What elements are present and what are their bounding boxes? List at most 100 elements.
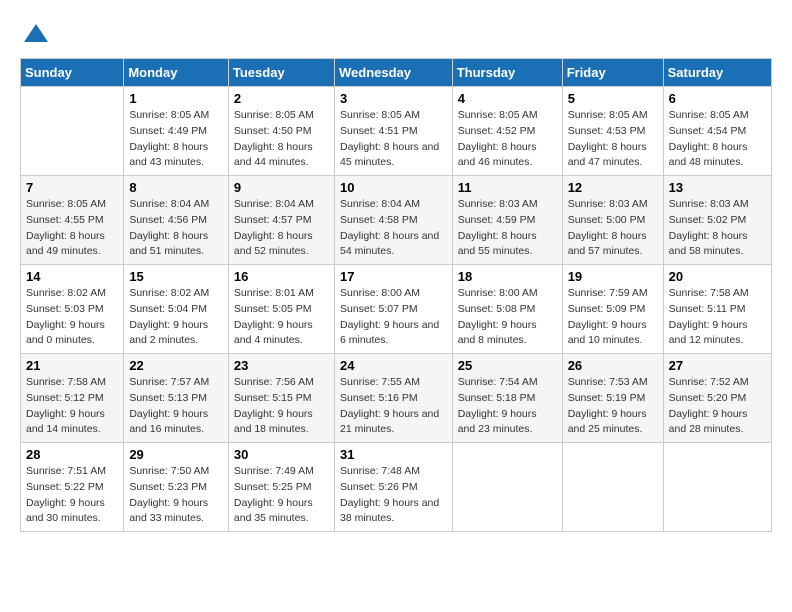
day-info: Sunrise: 8:02 AMSunset: 5:04 PMDaylight:… — [129, 286, 223, 349]
calendar-table: SundayMondayTuesdayWednesdayThursdayFrid… — [20, 58, 772, 532]
day-info: Sunrise: 7:58 AMSunset: 5:11 PMDaylight:… — [669, 286, 766, 349]
day-info: Sunrise: 7:52 AMSunset: 5:20 PMDaylight:… — [669, 375, 766, 438]
day-cell: 4 Sunrise: 8:05 AMSunset: 4:52 PMDayligh… — [452, 87, 562, 176]
day-info: Sunrise: 8:04 AMSunset: 4:57 PMDaylight:… — [234, 197, 329, 260]
day-info: Sunrise: 7:48 AMSunset: 5:26 PMDaylight:… — [340, 464, 447, 527]
column-header-thursday: Thursday — [452, 59, 562, 87]
day-number: 18 — [458, 269, 557, 284]
day-number: 22 — [129, 358, 223, 373]
day-cell: 31 Sunrise: 7:48 AMSunset: 5:26 PMDaylig… — [334, 443, 452, 532]
day-info: Sunrise: 7:57 AMSunset: 5:13 PMDaylight:… — [129, 375, 223, 438]
day-number: 30 — [234, 447, 329, 462]
day-cell: 11 Sunrise: 8:03 AMSunset: 4:59 PMDaylig… — [452, 176, 562, 265]
day-number: 13 — [669, 180, 766, 195]
day-info: Sunrise: 8:01 AMSunset: 5:05 PMDaylight:… — [234, 286, 329, 349]
day-cell: 16 Sunrise: 8:01 AMSunset: 5:05 PMDaylig… — [228, 265, 334, 354]
day-info: Sunrise: 8:00 AMSunset: 5:07 PMDaylight:… — [340, 286, 447, 349]
week-row-1: 1 Sunrise: 8:05 AMSunset: 4:49 PMDayligh… — [21, 87, 772, 176]
day-cell: 17 Sunrise: 8:00 AMSunset: 5:07 PMDaylig… — [334, 265, 452, 354]
day-cell: 7 Sunrise: 8:05 AMSunset: 4:55 PMDayligh… — [21, 176, 124, 265]
day-number: 26 — [568, 358, 658, 373]
day-info: Sunrise: 8:05 AMSunset: 4:53 PMDaylight:… — [568, 108, 658, 171]
day-number: 27 — [669, 358, 766, 373]
day-number: 25 — [458, 358, 557, 373]
day-number: 19 — [568, 269, 658, 284]
day-info: Sunrise: 8:05 AMSunset: 4:50 PMDaylight:… — [234, 108, 329, 171]
logo-icon — [22, 20, 50, 48]
day-info: Sunrise: 8:00 AMSunset: 5:08 PMDaylight:… — [458, 286, 557, 349]
day-info: Sunrise: 7:51 AMSunset: 5:22 PMDaylight:… — [26, 464, 118, 527]
day-info: Sunrise: 7:55 AMSunset: 5:16 PMDaylight:… — [340, 375, 447, 438]
day-info: Sunrise: 8:02 AMSunset: 5:03 PMDaylight:… — [26, 286, 118, 349]
day-cell: 23 Sunrise: 7:56 AMSunset: 5:15 PMDaylig… — [228, 354, 334, 443]
day-info: Sunrise: 8:05 AMSunset: 4:55 PMDaylight:… — [26, 197, 118, 260]
header-row: SundayMondayTuesdayWednesdayThursdayFrid… — [21, 59, 772, 87]
day-info: Sunrise: 7:54 AMSunset: 5:18 PMDaylight:… — [458, 375, 557, 438]
day-cell: 2 Sunrise: 8:05 AMSunset: 4:50 PMDayligh… — [228, 87, 334, 176]
day-number: 5 — [568, 91, 658, 106]
column-header-sunday: Sunday — [21, 59, 124, 87]
day-number: 2 — [234, 91, 329, 106]
day-number: 6 — [669, 91, 766, 106]
day-cell: 15 Sunrise: 8:02 AMSunset: 5:04 PMDaylig… — [124, 265, 229, 354]
day-number: 21 — [26, 358, 118, 373]
day-number: 20 — [669, 269, 766, 284]
day-cell: 10 Sunrise: 8:04 AMSunset: 4:58 PMDaylig… — [334, 176, 452, 265]
day-cell: 24 Sunrise: 7:55 AMSunset: 5:16 PMDaylig… — [334, 354, 452, 443]
day-cell: 8 Sunrise: 8:04 AMSunset: 4:56 PMDayligh… — [124, 176, 229, 265]
day-info: Sunrise: 8:03 AMSunset: 5:00 PMDaylight:… — [568, 197, 658, 260]
day-cell: 19 Sunrise: 7:59 AMSunset: 5:09 PMDaylig… — [562, 265, 663, 354]
day-info: Sunrise: 8:04 AMSunset: 4:58 PMDaylight:… — [340, 197, 447, 260]
week-row-4: 21 Sunrise: 7:58 AMSunset: 5:12 PMDaylig… — [21, 354, 772, 443]
day-cell: 28 Sunrise: 7:51 AMSunset: 5:22 PMDaylig… — [21, 443, 124, 532]
week-row-3: 14 Sunrise: 8:02 AMSunset: 5:03 PMDaylig… — [21, 265, 772, 354]
day-cell: 3 Sunrise: 8:05 AMSunset: 4:51 PMDayligh… — [334, 87, 452, 176]
day-number: 24 — [340, 358, 447, 373]
day-number: 29 — [129, 447, 223, 462]
day-number: 10 — [340, 180, 447, 195]
day-info: Sunrise: 8:05 AMSunset: 4:49 PMDaylight:… — [129, 108, 223, 171]
day-cell: 9 Sunrise: 8:04 AMSunset: 4:57 PMDayligh… — [228, 176, 334, 265]
day-info: Sunrise: 8:05 AMSunset: 4:51 PMDaylight:… — [340, 108, 447, 171]
header — [20, 20, 772, 48]
day-info: Sunrise: 8:05 AMSunset: 4:54 PMDaylight:… — [669, 108, 766, 171]
day-info: Sunrise: 7:53 AMSunset: 5:19 PMDaylight:… — [568, 375, 658, 438]
day-cell: 21 Sunrise: 7:58 AMSunset: 5:12 PMDaylig… — [21, 354, 124, 443]
day-cell: 18 Sunrise: 8:00 AMSunset: 5:08 PMDaylig… — [452, 265, 562, 354]
day-info: Sunrise: 8:05 AMSunset: 4:52 PMDaylight:… — [458, 108, 557, 171]
day-cell — [663, 443, 771, 532]
day-number: 14 — [26, 269, 118, 284]
day-cell: 5 Sunrise: 8:05 AMSunset: 4:53 PMDayligh… — [562, 87, 663, 176]
day-info: Sunrise: 8:03 AMSunset: 4:59 PMDaylight:… — [458, 197, 557, 260]
day-number: 15 — [129, 269, 223, 284]
column-header-tuesday: Tuesday — [228, 59, 334, 87]
day-info: Sunrise: 7:49 AMSunset: 5:25 PMDaylight:… — [234, 464, 329, 527]
day-cell: 20 Sunrise: 7:58 AMSunset: 5:11 PMDaylig… — [663, 265, 771, 354]
week-row-2: 7 Sunrise: 8:05 AMSunset: 4:55 PMDayligh… — [21, 176, 772, 265]
day-cell: 12 Sunrise: 8:03 AMSunset: 5:00 PMDaylig… — [562, 176, 663, 265]
day-number: 31 — [340, 447, 447, 462]
day-cell: 1 Sunrise: 8:05 AMSunset: 4:49 PMDayligh… — [124, 87, 229, 176]
day-info: Sunrise: 8:04 AMSunset: 4:56 PMDaylight:… — [129, 197, 223, 260]
day-number: 28 — [26, 447, 118, 462]
day-cell: 29 Sunrise: 7:50 AMSunset: 5:23 PMDaylig… — [124, 443, 229, 532]
day-number: 7 — [26, 180, 118, 195]
day-cell — [21, 87, 124, 176]
day-number: 11 — [458, 180, 557, 195]
column-header-wednesday: Wednesday — [334, 59, 452, 87]
day-cell — [562, 443, 663, 532]
day-number: 3 — [340, 91, 447, 106]
day-number: 16 — [234, 269, 329, 284]
day-info: Sunrise: 8:03 AMSunset: 5:02 PMDaylight:… — [669, 197, 766, 260]
day-cell: 14 Sunrise: 8:02 AMSunset: 5:03 PMDaylig… — [21, 265, 124, 354]
day-number: 9 — [234, 180, 329, 195]
day-info: Sunrise: 7:59 AMSunset: 5:09 PMDaylight:… — [568, 286, 658, 349]
day-cell: 22 Sunrise: 7:57 AMSunset: 5:13 PMDaylig… — [124, 354, 229, 443]
day-number: 17 — [340, 269, 447, 284]
day-info: Sunrise: 7:56 AMSunset: 5:15 PMDaylight:… — [234, 375, 329, 438]
column-header-monday: Monday — [124, 59, 229, 87]
column-header-friday: Friday — [562, 59, 663, 87]
day-number: 8 — [129, 180, 223, 195]
day-number: 4 — [458, 91, 557, 106]
day-cell: 26 Sunrise: 7:53 AMSunset: 5:19 PMDaylig… — [562, 354, 663, 443]
